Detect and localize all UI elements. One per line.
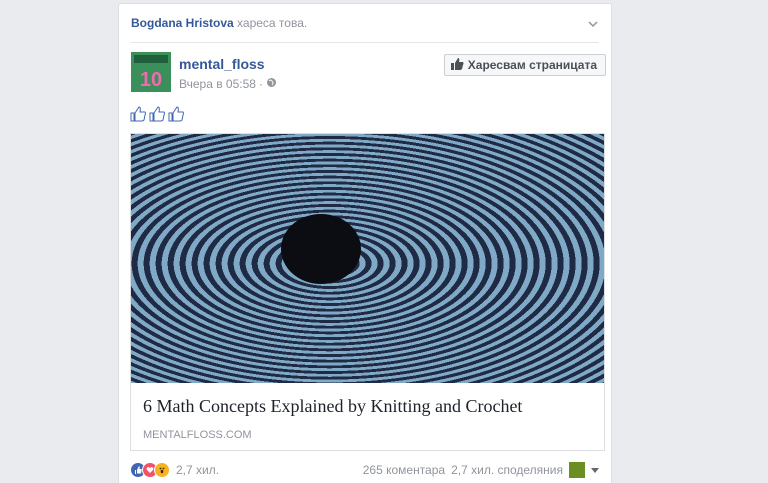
page-name-link[interactable]: mental_floss [179, 56, 265, 73]
attachment-image[interactable] [131, 134, 604, 383]
reaction-count[interactable]: 2,7 хил. [176, 463, 219, 477]
thumbs-up-icon [149, 106, 166, 125]
globe-icon[interactable] [266, 77, 277, 91]
thumbs-up-icon [168, 106, 185, 125]
reactions-summary[interactable]: 2,7 хил. [130, 462, 219, 478]
thumbs-up-icon [450, 57, 464, 73]
post-meta: Вчера в 05:58 · [179, 77, 277, 91]
story-verb: хареса това. [237, 16, 308, 30]
actor-link[interactable]: Bogdana Hristova [131, 16, 234, 30]
feed-story-card: Bogdana Hristova хареса това. 10 mental_… [118, 3, 612, 483]
meta-separator: · [258, 77, 263, 91]
chevron-down-icon[interactable] [587, 18, 599, 30]
like-page-button[interactable]: Харесвам страницата [443, 54, 606, 76]
image-center-shadow [281, 214, 361, 284]
engagement-stats: 265 коментара 2,7 хил. споделяния [363, 462, 599, 478]
shares-count-link[interactable]: 2,7 хил. споделяния [451, 463, 563, 477]
viewer-avatar[interactable] [569, 462, 585, 478]
avatar-text: 10 [140, 69, 162, 91]
post-timestamp[interactable]: Вчера в 05:58 [179, 77, 256, 91]
story-header: Bogdana Hristova хареса това. [131, 16, 599, 43]
post-text-emoji [130, 106, 185, 125]
link-attachment[interactable]: 6 Math Concepts Explained by Knitting an… [130, 133, 605, 451]
caret-down-icon[interactable] [591, 467, 599, 473]
comments-count-link[interactable]: 265 коментара [363, 463, 445, 477]
wow-reaction-icon [154, 462, 170, 478]
like-page-label: Харесвам страницата [467, 58, 597, 72]
attachment-title[interactable]: 6 Math Concepts Explained by Knitting an… [143, 396, 522, 417]
page-avatar[interactable]: 10 [131, 52, 171, 92]
post-footer: 2,7 хил. 265 коментара 2,7 хил. споделян… [130, 462, 599, 480]
attachment-domain: MENTALFLOSS.COM [143, 429, 252, 441]
thumbs-up-icon [130, 106, 147, 125]
